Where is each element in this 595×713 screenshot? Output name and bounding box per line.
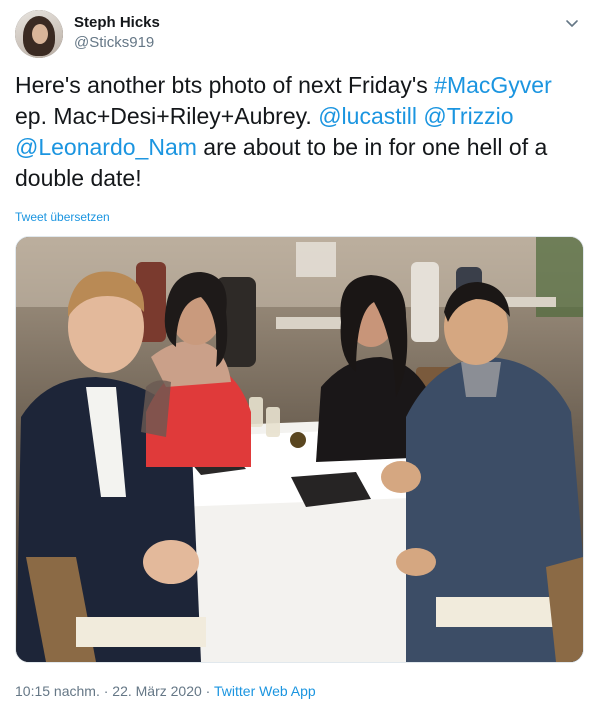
author-name[interactable]: Steph Hicks <box>74 14 160 31</box>
hashtag-link[interactable]: #MacGyver <box>434 72 552 98</box>
photo-illustration <box>16 237 583 662</box>
tweet-text: Here's another bts photo of next Friday'… <box>15 70 580 194</box>
avatar-face <box>32 24 48 44</box>
mention-link[interactable]: @Trizzio <box>423 103 513 129</box>
tweet-date[interactable]: 22. März 2020 <box>112 683 202 699</box>
mention-link[interactable]: @lucastill <box>318 103 417 129</box>
tweet-meta: 10:15 nachm. · 22. März 2020 · Twitter W… <box>15 683 316 699</box>
tweet-text-part: ep. Mac+Desi+Riley+Aubrey. <box>15 103 319 129</box>
tweet-source-link[interactable]: Twitter Web App <box>214 683 316 699</box>
mention-link[interactable]: @Leonardo_Nam <box>15 134 197 160</box>
tweet-photo[interactable] <box>15 236 584 663</box>
tweet-text-part: Here's another bts photo of next Friday'… <box>15 72 435 98</box>
author-avatar[interactable] <box>15 10 63 58</box>
chevron-down-icon <box>566 20 578 27</box>
tweet-time[interactable]: 10:15 nachm. <box>15 683 100 699</box>
translate-tweet-link[interactable]: Tweet übersetzen <box>15 210 110 224</box>
tweet-menu-button[interactable] <box>563 14 581 32</box>
author-handle[interactable]: @Sticks919 <box>74 34 154 51</box>
